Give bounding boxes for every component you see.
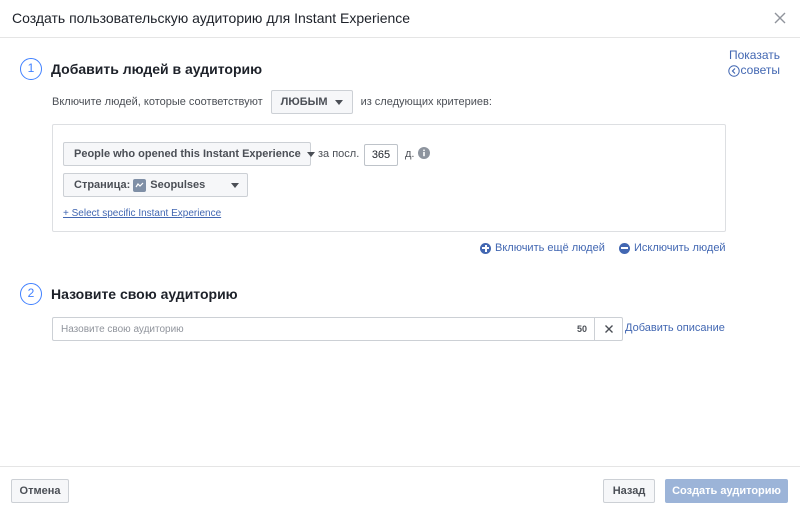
select-instant-experience-link[interactable]: + Select specific Instant Experience (63, 208, 221, 219)
match-type-dropdown[interactable]: ЛЮБЫМ (270, 90, 353, 114)
days-input[interactable]: 365 (364, 144, 398, 166)
audience-name-field[interactable]: Назовите свою аудиторию 50 (52, 317, 623, 341)
char-limit-counter: 50 (576, 324, 587, 334)
step-1-title: Добавить людей в аудиторию (51, 61, 263, 77)
exclude-label: Исключить людей (634, 242, 726, 254)
days-unit: д. (405, 148, 415, 160)
step-1-badge: 1 (20, 58, 42, 80)
step-2-title: Назовите свою аудиторию (51, 286, 238, 302)
dialog-footer: Отмена Назад Создать аудиторию (0, 466, 800, 508)
exclude-people-link[interactable]: Исключить людей (619, 242, 726, 254)
plus-circle-icon (480, 242, 491, 254)
page-label: Страница: (74, 179, 131, 191)
event-type-dropdown[interactable]: People who opened this Instant Experienc… (63, 142, 315, 166)
dialog-title: Создать пользовательскую аудиторию для I… (12, 10, 411, 26)
include-more-label: Включить ещё людей (495, 242, 605, 254)
add-description-link[interactable]: Добавить описание (625, 322, 725, 334)
create-audience-button[interactable]: Создать аудиторию (665, 479, 788, 503)
step-2-badge: 2 (20, 283, 42, 305)
chevron-down-icon (334, 99, 343, 105)
audience-name-placeholder: Назовите свою аудиторию (61, 323, 184, 335)
event-type-value: People who opened this Instant Experienc… (74, 148, 301, 160)
info-icon[interactable] (418, 147, 430, 159)
cancel-button[interactable]: Отмена (11, 479, 69, 503)
show-tips-link[interactable]: Показать советы (700, 48, 780, 78)
minus-circle-icon (619, 242, 630, 254)
show-tips-label-2: советы (740, 63, 780, 77)
show-tips-label-1: Показать (728, 48, 780, 62)
page-dropdown[interactable]: Страница: Seopulses (63, 173, 248, 197)
back-button[interactable]: Назад (603, 479, 655, 503)
include-suffix-text: из следующих критериев: (360, 96, 492, 108)
chevron-down-icon (306, 151, 315, 157)
close-icon[interactable] (770, 8, 790, 28)
include-more-people-link[interactable]: Включить ещё людей (480, 242, 605, 254)
page-avatar-icon (133, 178, 147, 192)
period-label: за посл. (318, 148, 360, 160)
page-value: Seopulses (150, 179, 206, 191)
chevron-left-circle-icon (727, 64, 740, 77)
include-criteria-line: Включите людей, которые соответствуют ЛЮ… (52, 90, 492, 114)
match-type-value: ЛЮБЫМ (280, 96, 328, 108)
clear-icon[interactable] (594, 318, 622, 340)
chevron-down-icon (231, 182, 239, 188)
include-prefix-text: Включите людей, которые соответствуют (52, 96, 263, 108)
dialog-header: Создать пользовательскую аудиторию для I… (0, 0, 800, 38)
